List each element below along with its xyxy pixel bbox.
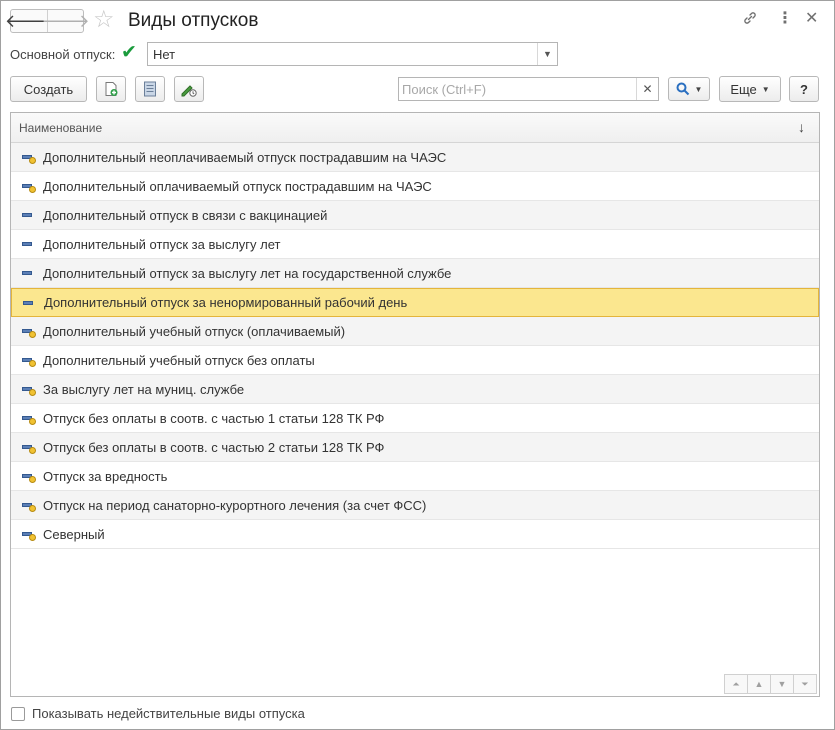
row-name: Дополнительный неоплачиваемый отпуск пос… (43, 149, 447, 165)
row-name: Северный (43, 526, 105, 542)
list-icon (144, 81, 156, 97)
edit-icon (181, 85, 197, 97)
catalog-item-badge-icon (22, 470, 36, 483)
scroll-top-icon[interactable]: ⏶ (724, 674, 748, 694)
row-name: Дополнительный отпуск за ненормированный… (44, 295, 408, 310)
search-options-button[interactable]: ▼ (668, 77, 710, 101)
catalog-item-badge-icon (22, 325, 36, 338)
table-row[interactable]: За выслугу лет на муниц. службе (11, 375, 819, 404)
more-vertical-icon[interactable]: ⋮ (777, 10, 793, 28)
show-invalid-label: Показывать недействительные виды отпуска (32, 706, 305, 721)
arrow-right-icon[interactable]: 🡒 (41, 10, 90, 32)
table-row[interactable]: Отпуск без оплаты в соотв. с частью 2 ст… (11, 433, 819, 462)
create-button[interactable]: Создать (10, 76, 87, 102)
navigation-buttons: 🡐 🡒 (5, 9, 90, 33)
catalog-item-icon (22, 209, 36, 221)
catalog-item-icon (23, 297, 37, 309)
table-header: Наименование ↓ (11, 113, 819, 143)
link-icon[interactable] (742, 10, 758, 31)
catalog-item-badge-icon (22, 151, 36, 164)
main-vacation-label: Основной отпуск: (10, 47, 116, 62)
list-button[interactable] (135, 76, 165, 102)
scroll-bottom-icon[interactable]: ⏷ (793, 674, 817, 694)
table-row[interactable]: Дополнительный неоплачиваемый отпуск пос… (11, 143, 819, 172)
close-icon[interactable]: ✕ (805, 10, 818, 28)
row-name: Дополнительный отпуск в связи с вакцинац… (43, 207, 328, 223)
chevron-down-icon: ▼ (694, 84, 703, 94)
table-row[interactable]: Отпуск за вредность (11, 462, 819, 491)
catalog-item-icon (22, 238, 36, 250)
row-name: Отпуск без оплаты в соотв. с частью 1 ст… (43, 410, 385, 426)
clear-icon[interactable]: ✕ (636, 78, 658, 100)
table-body: Дополнительный неоплачиваемый отпуск пос… (11, 143, 819, 549)
catalog-item-badge-icon (22, 441, 36, 454)
catalog-item-badge-icon (22, 499, 36, 512)
row-name: Дополнительный учебный отпуск (оплачивае… (43, 323, 346, 339)
help-button[interactable]: ? (789, 76, 819, 102)
row-name: Дополнительный отпуск за выслугу лет на … (43, 265, 452, 281)
window: 🡐 🡒 ☆ Виды отпусков ⋮ ✕ Основной отпуск:… (0, 0, 835, 730)
table-row[interactable]: Дополнительный учебный отпуск (оплачивае… (11, 317, 819, 346)
table-row[interactable]: Дополнительный отпуск за выслугу лет на … (11, 259, 819, 288)
row-name: Отпуск на период санаторно-курортного ле… (43, 497, 427, 513)
row-name: Дополнительный учебный отпуск без оплаты (43, 352, 315, 368)
star-icon[interactable]: ☆ (93, 7, 115, 33)
table-row[interactable]: Отпуск без оплаты в соотв. с частью 1 ст… (11, 404, 819, 433)
chevron-down-icon[interactable]: ▼ (537, 43, 557, 65)
scroll-down-icon[interactable]: ▼ (770, 674, 794, 694)
catalog-item-badge-icon (22, 354, 36, 367)
page-title: Виды отпусков (128, 10, 259, 31)
show-invalid-option[interactable]: Показывать недействительные виды отпуска (11, 706, 305, 721)
table-row[interactable]: Отпуск на период санаторно-курортного ле… (11, 491, 819, 520)
main-vacation-select[interactable]: Нет ▼ (147, 42, 558, 66)
catalog-item-badge-icon (22, 383, 36, 396)
table-row[interactable]: Дополнительный учебный отпуск без оплаты (11, 346, 819, 375)
more-button[interactable]: Еще ▼ (719, 76, 781, 102)
table-row[interactable]: Дополнительный отпуск за ненормированный… (11, 288, 819, 317)
table-row[interactable]: Дополнительный отпуск в связи с вакцинац… (11, 201, 819, 230)
row-name: Дополнительный отпуск за выслугу лет (43, 236, 281, 252)
scroll-up-icon[interactable]: ▲ (747, 674, 771, 694)
main-vacation-value: Нет (153, 47, 176, 62)
search-field[interactable]: ✕ (398, 77, 659, 101)
show-invalid-checkbox[interactable] (11, 706, 25, 721)
table-row[interactable]: Дополнительный отпуск за выслугу лет (11, 230, 819, 259)
column-header-name[interactable]: Наименование (19, 121, 102, 135)
row-name: За выслугу лет на муниц. службе (43, 381, 245, 397)
row-name: Дополнительный оплачиваемый отпуск постр… (43, 178, 432, 194)
chevron-down-icon: ▼ (761, 84, 770, 94)
sort-arrow-icon[interactable]: ↓ (798, 119, 805, 135)
table-row[interactable]: Северный (11, 520, 819, 549)
pager: ⏶ ▲ ▼ ⏷ (724, 674, 817, 694)
copy-icon (105, 82, 118, 96)
more-button-label: Еще (730, 81, 757, 97)
copy-button[interactable] (96, 76, 126, 102)
catalog-item-icon (22, 267, 36, 279)
catalog-item-badge-icon (22, 528, 36, 541)
mark-for-deletion-button[interactable] (174, 76, 204, 102)
search-icon (676, 82, 689, 96)
catalog-item-badge-icon (22, 412, 36, 425)
row-name: Отпуск за вредность (43, 468, 168, 484)
table-row[interactable]: Дополнительный оплачиваемый отпуск постр… (11, 172, 819, 201)
vacation-types-table: Наименование ↓ Дополнительный неоплачива… (10, 112, 820, 697)
catalog-item-badge-icon (22, 180, 36, 193)
search-input[interactable] (399, 78, 637, 100)
row-name: Отпуск без оплаты в соотв. с частью 2 ст… (43, 439, 385, 455)
main-vacation-checkbox[interactable]: ✔ (121, 41, 137, 64)
